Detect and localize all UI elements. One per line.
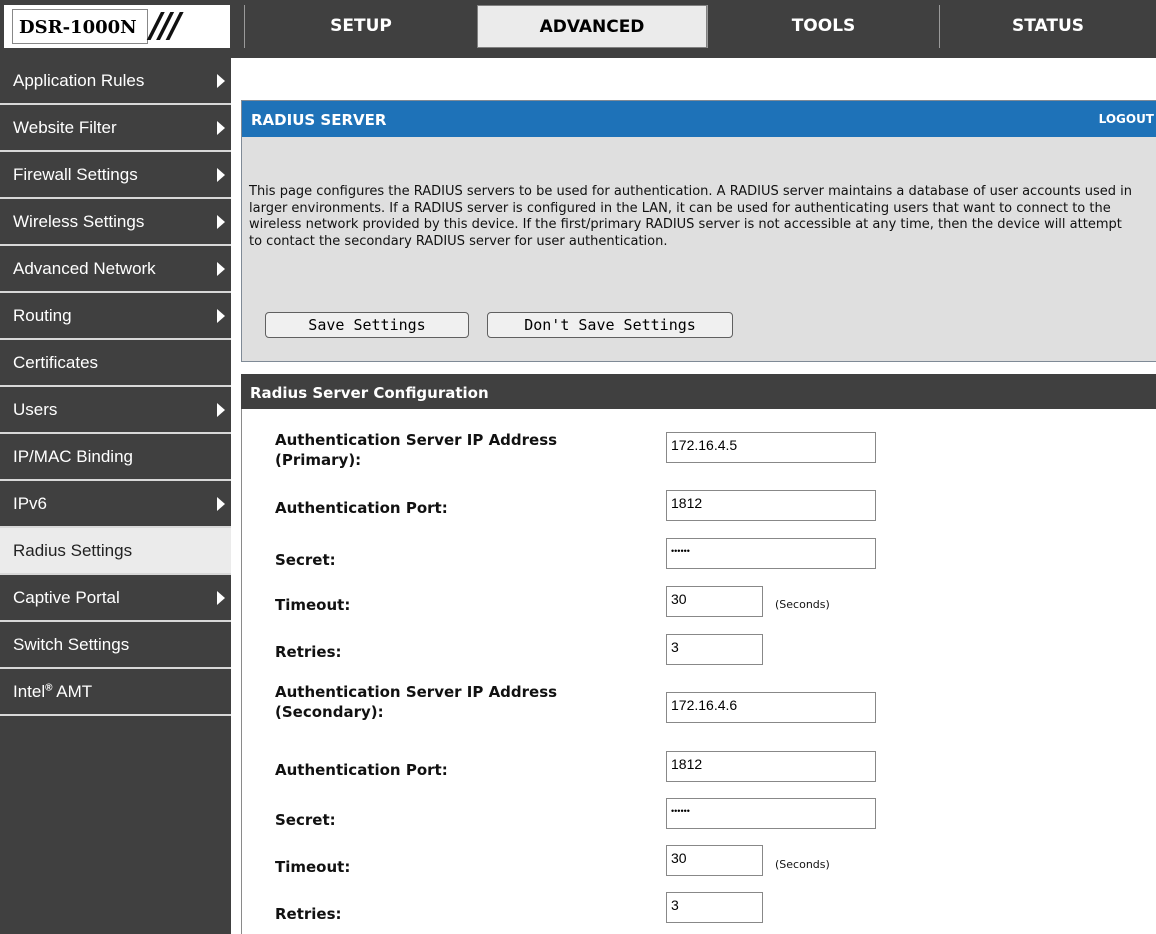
config-section-title: Radius Server Configuration — [250, 384, 489, 402]
brand-area: DSR-1000N /// — [4, 5, 230, 48]
sidebar-item-users[interactable]: Users — [0, 387, 231, 434]
primary-timeout-input[interactable]: 30 — [666, 586, 763, 617]
submenu-arrow-icon — [217, 121, 225, 135]
secondary-timeout-label: Timeout: — [275, 858, 351, 876]
model-name: DSR-1000N — [12, 9, 148, 44]
secondary-ip-label: Authentication Server IP Address (Second… — [275, 683, 558, 721]
sidebar-item-label: Application Rules — [13, 71, 145, 90]
sidebar-item-captive-portal[interactable]: Captive Portal — [0, 575, 231, 622]
sidebar-item-label: Advanced Network — [13, 259, 156, 278]
sidebar-item-label: Radius Settings — [13, 541, 133, 560]
panel-header: RADIUS SERVER LOGOUT — [242, 101, 1156, 137]
config-section-header: Radius Server Configuration — [241, 374, 1156, 409]
sidebar-item-label: IPv6 — [13, 494, 48, 513]
tab-advanced[interactable]: ADVANCED — [477, 5, 707, 48]
sidebar-item-label: Switch Settings — [13, 635, 130, 654]
sidebar-item-label: Captive Portal — [13, 588, 120, 607]
sidebar-item-switch-settings[interactable]: Switch Settings — [0, 622, 231, 669]
sidebar-item-firewall-settings[interactable]: Firewall Settings — [0, 152, 231, 199]
sidebar-item-ip-mac-binding[interactable]: IP/MAC Binding — [0, 434, 231, 481]
secondary-retries-input[interactable]: 3 — [666, 892, 763, 923]
sidebar-item-advanced-network[interactable]: Advanced Network — [0, 246, 231, 293]
submenu-arrow-icon — [217, 168, 225, 182]
sidebar-item-label: Firewall Settings — [13, 165, 138, 184]
primary-secret-input[interactable]: •••••• — [666, 538, 876, 569]
main-content: RADIUS SERVER LOGOUT This page configure… — [231, 58, 1156, 934]
tab-status[interactable]: STATUS — [939, 5, 1156, 48]
sidebar-item-label: Routing — [13, 306, 72, 325]
primary-ip-input[interactable]: 172.16.4.5 — [666, 432, 876, 463]
logout-link[interactable]: LOGOUT — [1099, 112, 1154, 126]
primary-retries-label: Retries: — [275, 643, 342, 661]
brand-slash-mark: /// — [150, 6, 181, 46]
primary-port-input[interactable]: 1812 — [666, 490, 876, 521]
secondary-secret-label: Secret: — [275, 811, 336, 829]
sidebar-item-wireless-settings[interactable]: Wireless Settings — [0, 199, 231, 246]
top-navigation-bar: DSR-1000N /// SETUP ADVANCED TOOLS STATU… — [0, 0, 1156, 58]
sidebar-item-radius-settings[interactable]: Radius Settings — [0, 528, 231, 575]
sidebar-item-label: Intel® AMT — [13, 682, 93, 701]
secondary-port-input[interactable]: 1812 — [666, 751, 876, 782]
panel-title: RADIUS SERVER — [251, 111, 387, 129]
primary-timeout-label: Timeout: — [275, 596, 351, 614]
sidebar-item-routing[interactable]: Routing — [0, 293, 231, 340]
submenu-arrow-icon — [217, 262, 225, 276]
secondary-port-label: Authentication Port: — [275, 761, 448, 779]
submenu-arrow-icon — [217, 591, 225, 605]
secondary-timeout-unit: (Seconds) — [775, 858, 830, 871]
secondary-ip-input[interactable]: 172.16.4.6 — [666, 692, 876, 723]
save-settings-button[interactable]: Save Settings — [265, 312, 469, 338]
dont-save-settings-button[interactable]: Don't Save Settings — [487, 312, 733, 338]
primary-retries-input[interactable]: 3 — [666, 634, 763, 665]
sidebar-item-ipv6[interactable]: IPv6 — [0, 481, 231, 528]
sidebar-item-label: IP/MAC Binding — [13, 447, 133, 466]
secondary-timeout-input[interactable]: 30 — [666, 845, 763, 876]
secondary-secret-input[interactable]: •••••• — [666, 798, 876, 829]
submenu-arrow-icon — [217, 74, 225, 88]
sidebar-menu: Application Rules Website Filter Firewal… — [0, 58, 231, 934]
submenu-arrow-icon — [217, 215, 225, 229]
primary-timeout-unit: (Seconds) — [775, 598, 830, 611]
primary-secret-label: Secret: — [275, 551, 336, 569]
page-description: This page configures the RADIUS servers … — [249, 184, 1133, 249]
sidebar-item-certificates[interactable]: Certificates — [0, 340, 231, 387]
sidebar-item-label: Website Filter — [13, 118, 117, 137]
submenu-arrow-icon — [217, 403, 225, 417]
primary-ip-label: Authentication Server IP Address (Primar… — [275, 431, 558, 469]
tab-tools[interactable]: TOOLS — [707, 5, 939, 48]
submenu-arrow-icon — [217, 497, 225, 511]
sidebar-item-label: Wireless Settings — [13, 212, 145, 231]
submenu-arrow-icon — [217, 309, 225, 323]
sidebar-item-application-rules[interactable]: Application Rules — [0, 58, 231, 105]
secondary-retries-label: Retries: — [275, 905, 342, 923]
sidebar-item-intel-amt[interactable]: Intel® AMT — [0, 669, 231, 716]
primary-port-label: Authentication Port: — [275, 499, 448, 517]
sidebar-item-label: Users — [13, 400, 58, 419]
tab-setup[interactable]: SETUP — [244, 5, 477, 48]
sidebar-item-label: Certificates — [13, 353, 99, 372]
sidebar-item-website-filter[interactable]: Website Filter — [0, 105, 231, 152]
